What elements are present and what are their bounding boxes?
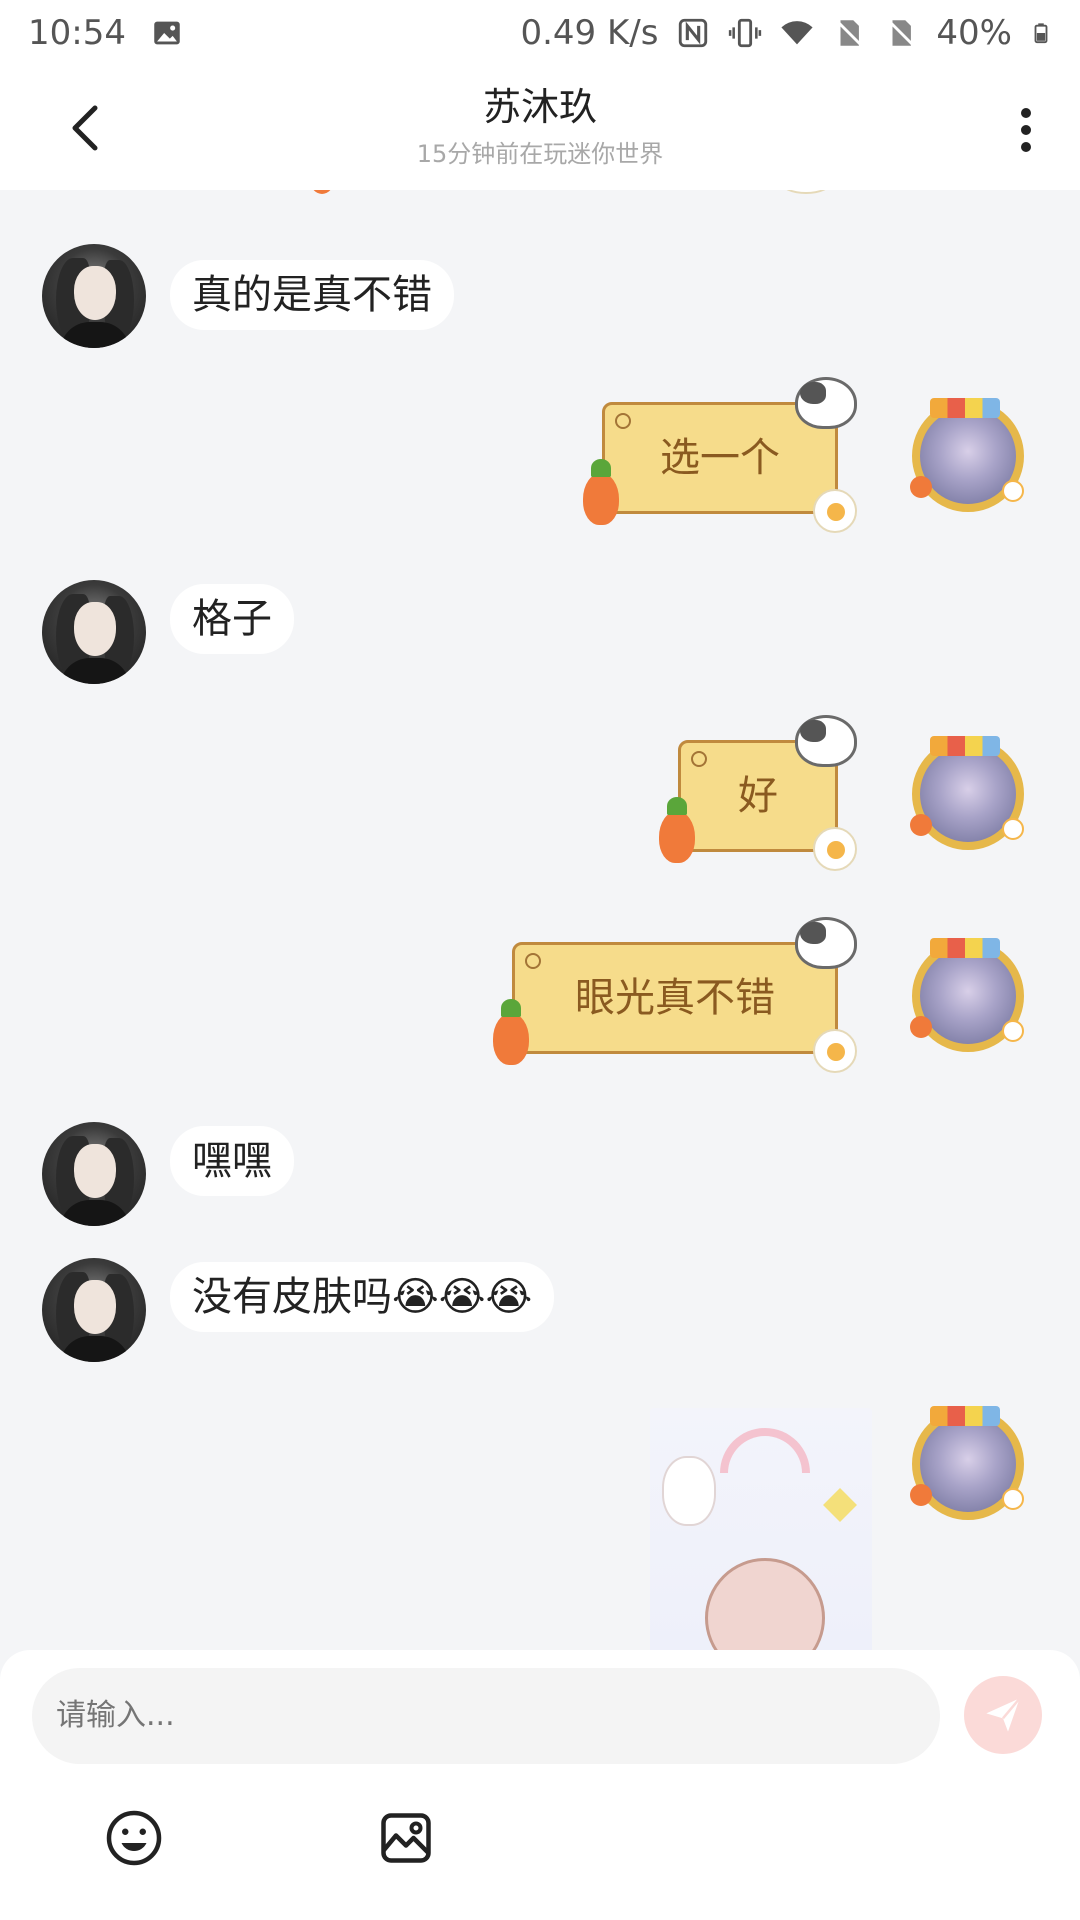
battery-icon: [1034, 23, 1048, 44]
status-time: 10:54: [28, 13, 126, 53]
cat-sticker-icon: [795, 715, 857, 767]
contact-avatar[interactable]: [42, 244, 146, 348]
anime-girl-icon: [705, 1558, 825, 1652]
contact-avatar[interactable]: [42, 580, 146, 684]
contact-status: 15分钟前在玩迷你世界: [416, 140, 664, 168]
title-block: 苏沐玖 15分钟前在玩迷你世界: [0, 84, 1080, 169]
partial-message-decoration: [780, 190, 832, 194]
message-bubble-incoming[interactable]: 没有皮肤吗😭😭😭: [170, 1262, 555, 1332]
message-text: 选一个: [660, 435, 780, 481]
bunny-icon: [662, 1456, 716, 1526]
message-input[interactable]: [32, 1668, 940, 1764]
contact-avatar[interactable]: [42, 1122, 146, 1226]
status-bar: 10:54 0.49 K/s 40%: [0, 0, 1080, 66]
fried-egg-icon: [813, 827, 857, 871]
battery-percent: 40%: [936, 13, 1012, 53]
more-options-button[interactable]: [1006, 102, 1046, 158]
chat-header: 苏沐玖 15分钟前在玩迷你世界: [0, 66, 1080, 190]
my-avatar[interactable]: [910, 736, 1024, 850]
message-bubble-outgoing[interactable]: 眼光真不错: [493, 917, 857, 1073]
message-bubble-incoming[interactable]: 嘿嘿: [170, 1126, 294, 1196]
message-list[interactable]: 真的是真不错 选一个 格子 好 眼光真不错 嘿嘿 没有皮肤吗😭😭😭: [0, 190, 1080, 1652]
carrot-icon: [493, 999, 529, 1065]
sticker-image[interactable]: [650, 1408, 872, 1652]
message-bubble-outgoing[interactable]: 好: [659, 715, 857, 871]
nfc-icon: [679, 18, 708, 48]
my-avatar[interactable]: [910, 398, 1024, 512]
my-avatar[interactable]: [910, 1406, 1024, 1520]
message-text: 好: [738, 773, 778, 819]
send-button[interactable]: [964, 1676, 1042, 1754]
star-icon: [823, 1488, 857, 1522]
paper-plane-icon: [986, 1697, 1021, 1732]
message-bubble-outgoing[interactable]: 选一个: [583, 377, 857, 533]
carrot-icon: [583, 459, 619, 525]
contact-name: 苏沐玖: [482, 85, 597, 129]
message-composer: [0, 1650, 1080, 1920]
message-bubble-incoming[interactable]: 真的是真不错: [170, 260, 454, 330]
fried-egg-icon: [813, 1029, 857, 1073]
cat-sticker-icon: [795, 377, 857, 429]
image-icon[interactable]: [376, 1808, 436, 1868]
no-sim-icon: [887, 19, 916, 47]
partial-message-decoration: [310, 190, 334, 194]
image-icon: [154, 21, 180, 45]
message-text: 眼光真不错: [575, 975, 775, 1021]
my-avatar[interactable]: [910, 938, 1024, 1052]
vibrate-icon: [729, 18, 762, 48]
cat-sticker-icon: [795, 917, 857, 969]
smiley-icon[interactable]: [104, 1808, 164, 1868]
fried-egg-icon: [813, 489, 857, 533]
message-bubble-incoming[interactable]: 格子: [170, 584, 294, 654]
contact-avatar[interactable]: [42, 1258, 146, 1362]
wifi-icon: [781, 21, 814, 45]
network-speed: 0.49 K/s: [520, 13, 659, 53]
no-sim-icon: [835, 19, 864, 47]
carrot-icon: [659, 797, 695, 863]
more-vertical-icon: [1021, 108, 1031, 118]
